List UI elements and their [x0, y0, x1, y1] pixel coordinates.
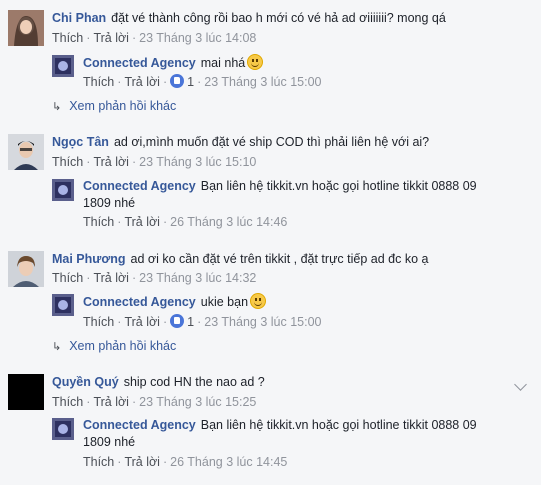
like-count-icon — [170, 74, 185, 88]
connected-agency-logo-icon — [52, 418, 74, 440]
avatar[interactable] — [8, 10, 44, 46]
reply-link[interactable]: Trả lời — [124, 75, 160, 89]
reply-body: Connected Agency Bạn liên hệ tikkit.vn ho… — [83, 178, 477, 195]
comment-body: Ngọc Tân ad ơi,mình muốn đặt vé ship COD … — [52, 134, 429, 151]
avatar-photo-icon — [8, 134, 44, 170]
timestamp[interactable]: 23 Tháng 3 lúc 15:00 — [204, 315, 321, 329]
reply-link[interactable]: Trả lời — [93, 271, 129, 285]
avatar[interactable] — [8, 134, 44, 170]
reply-actions: Thích · Trả lời · 26 Tháng 3 lúc 14:45 — [83, 455, 288, 469]
page-avatar[interactable] — [52, 179, 74, 201]
reply-arrow-icon: ↳ — [52, 341, 62, 353]
reply-author[interactable]: Connected Agency — [83, 418, 196, 432]
timestamp[interactable]: 23 Tháng 3 lúc 15:00 — [204, 75, 321, 89]
like-link[interactable]: Thích — [52, 395, 83, 409]
connected-agency-logo-icon — [52, 294, 74, 316]
reply-text-line2: 1809 nhé — [83, 435, 136, 449]
avatar-photo-icon — [8, 251, 44, 287]
commenter-name[interactable]: Mai Phương — [52, 252, 126, 266]
page-avatar[interactable] — [52, 294, 74, 316]
reply-text: ukie bạn — [200, 295, 249, 309]
comment-text: ad ơi ko cần đặt vé trên tikkit , đặt tr… — [130, 252, 429, 266]
reply-author[interactable]: Connected Agency — [83, 179, 196, 193]
reply-text-line2: 1809 nhé — [83, 196, 136, 210]
like-link[interactable]: Thích — [83, 215, 114, 229]
avatar[interactable] — [8, 251, 44, 287]
like-link[interactable]: Thích — [83, 75, 114, 89]
comment-actions: Thích · Trả lời · 23 Tháng 3 lúc 15:25 — [52, 395, 257, 409]
avatar-photo-icon — [8, 10, 44, 46]
like-count[interactable]: 1 — [187, 315, 194, 329]
reply-link[interactable]: Trả lời — [124, 455, 160, 469]
reply-body: Connected Agency ukie bạn — [83, 293, 267, 311]
reply-link[interactable]: Trả lời — [93, 395, 129, 409]
comment-text: đặt vé thành công rồi bao h mới có vé hả… — [111, 11, 446, 25]
comment-actions: Thích · Trả lời · 23 Tháng 3 lúc 15:10 — [52, 155, 257, 169]
timestamp[interactable]: 23 Tháng 3 lúc 14:08 — [139, 31, 256, 45]
page-avatar[interactable] — [52, 418, 74, 440]
reply-actions: Thích · Trả lời · 26 Tháng 3 lúc 14:46 — [83, 215, 288, 229]
comment-text: ship cod HN the nao ad ? — [123, 375, 265, 389]
timestamp[interactable]: 23 Tháng 3 lúc 14:32 — [139, 271, 256, 285]
timestamp[interactable]: 23 Tháng 3 lúc 15:25 — [139, 395, 256, 409]
reply-link[interactable]: Trả lời — [124, 315, 160, 329]
more-replies-link[interactable]: ↳ Xem phản hồi khác — [52, 98, 176, 116]
commenter-name[interactable]: Chi Phan — [52, 11, 106, 25]
reply-actions: Thích · Trả lời · 1 · 23 Tháng 3 lúc 15:00 — [83, 314, 322, 329]
comment-actions: Thích · Trả lời · 23 Tháng 3 lúc 14:08 — [52, 31, 257, 45]
more-replies-label: Xem phản hồi khác — [69, 99, 177, 113]
reply-text-line1: Bạn liên hệ tikkit.vn hoặc gọi hotline t… — [200, 179, 477, 193]
timestamp[interactable]: 23 Tháng 3 lúc 15:10 — [139, 155, 256, 169]
comment-body: Mai Phương ad ơi ko cần đặt vé trên tikki… — [52, 251, 428, 268]
like-link[interactable]: Thích — [52, 155, 83, 169]
avatar[interactable] — [8, 374, 44, 410]
timestamp[interactable]: 26 Tháng 3 lúc 14:46 — [170, 215, 287, 229]
connected-agency-logo-icon — [52, 179, 74, 201]
reply-author[interactable]: Connected Agency — [83, 56, 196, 70]
smile-emoji-icon — [250, 293, 267, 309]
reply-actions: Thích · Trả lời · 1 · 23 Tháng 3 lúc 15:00 — [83, 74, 322, 89]
comment-body: Quyền Quý ship cod HN the nao ad ? — [52, 374, 265, 391]
like-count-icon — [170, 314, 185, 328]
commenter-name[interactable]: Quyền Quý — [52, 375, 119, 389]
like-link[interactable]: Thích — [52, 31, 83, 45]
reply-link[interactable]: Trả lời — [93, 155, 129, 169]
reply-body: Connected Agency mai nhá — [83, 54, 264, 72]
comment-actions: Thích · Trả lời · 23 Tháng 3 lúc 14:32 — [52, 271, 257, 285]
reply-text: mai nhá — [200, 56, 246, 70]
comment-body: Chi Phan đặt vé thành công rồi bao h mới … — [52, 10, 446, 27]
like-link[interactable]: Thích — [83, 315, 114, 329]
reply-link[interactable]: Trả lời — [124, 215, 160, 229]
connected-agency-logo-icon — [52, 55, 74, 77]
more-replies-label: Xem phản hồi khác — [69, 339, 177, 353]
reply-text-line1: Bạn liên hệ tikkit.vn hoặc gọi hotline t… — [200, 418, 477, 432]
reply-arrow-icon: ↳ — [52, 101, 62, 113]
reply-body: Connected Agency Bạn liên hệ tikkit.vn ho… — [83, 417, 477, 434]
like-count[interactable]: 1 — [187, 75, 194, 89]
chevron-down-icon[interactable] — [514, 378, 527, 391]
timestamp[interactable]: 26 Tháng 3 lúc 14:45 — [170, 455, 287, 469]
like-link[interactable]: Thích — [83, 455, 114, 469]
page-avatar[interactable] — [52, 55, 74, 77]
commenter-name[interactable]: Ngọc Tân — [52, 135, 109, 149]
comment-text: ad ơi,mình muốn đặt vé ship COD thì phải… — [113, 135, 430, 149]
like-link[interactable]: Thích — [52, 271, 83, 285]
reply-link[interactable]: Trả lời — [93, 31, 129, 45]
reply-author[interactable]: Connected Agency — [83, 295, 196, 309]
smile-emoji-icon — [247, 54, 264, 70]
more-replies-link[interactable]: ↳ Xem phản hồi khác — [52, 338, 176, 356]
